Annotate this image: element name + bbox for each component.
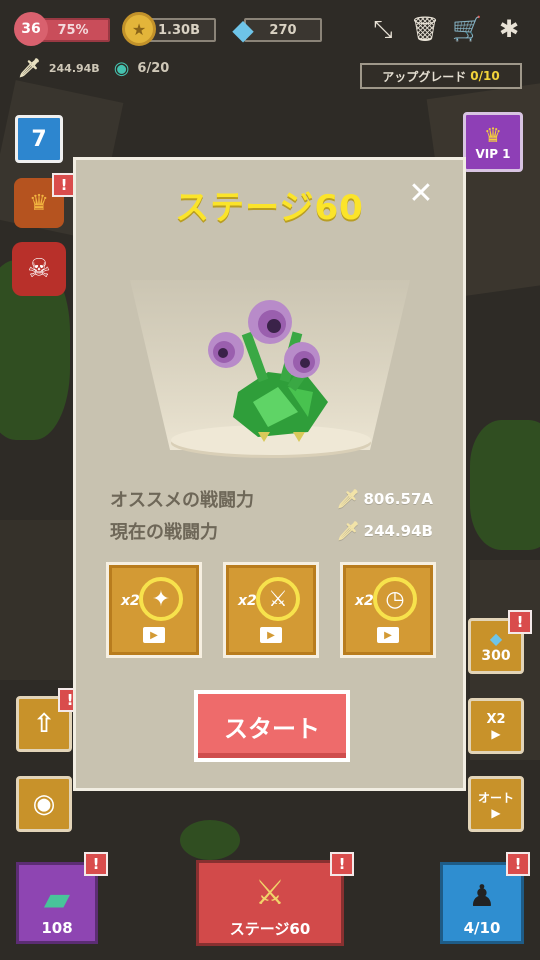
calendar-day: 7 [31, 126, 47, 152]
current-power-label: 現在の戦闘力 [110, 522, 218, 543]
stage-alert-badge: ! [330, 852, 354, 876]
sword-icon: 🗡 [336, 520, 360, 542]
sword-icon: 🗡 [18, 58, 41, 79]
calendar-button[interactable]: 7 [15, 115, 63, 163]
video-play-icon: ▶ [377, 627, 399, 643]
start-button[interactable]: スタート [194, 690, 350, 762]
crossed-swords-icon: ⚔ [254, 873, 286, 913]
video-play-icon: ▶ [143, 627, 165, 643]
gem-icon: ◆ [232, 12, 254, 46]
level-flower-icon: 36 [14, 12, 48, 46]
gem-offer-value: 300 [481, 647, 511, 664]
stage-modal: ステージ60 ✕ オススメの戦闘力 🗡 806.57A 現在の戦闘力 🗡 244… [73, 157, 466, 791]
vip-label: VIP 1 [475, 147, 511, 161]
recommended-power-row: オススメの戦闘力 🗡 806.57A [110, 486, 433, 512]
stats-row: 🗡 244.94B ◉ 6/20 [18, 58, 169, 79]
hero-icon: ♟ [468, 879, 496, 914]
mask-icon: ◉ [113, 58, 130, 79]
boost-multiplier: x2 [121, 593, 140, 609]
demon-mask-icon: ☠ [27, 254, 51, 284]
heroes-alert-badge: ! [506, 852, 530, 876]
sword-icon: 🗡 [336, 488, 360, 510]
auto-label: オート [477, 790, 514, 805]
current-power-row: 現在の戦闘力 🗡 244.94B [110, 518, 433, 544]
vip-button[interactable]: ♛ VIP 1 [463, 112, 523, 172]
chest-icon: ♛ [29, 190, 49, 216]
gem-value: 270 [269, 22, 297, 38]
hp-percent: 75% [57, 22, 89, 38]
recommended-power-label: オススメの戦闘力 [110, 490, 254, 511]
auto-button[interactable]: オート ▶ [468, 776, 524, 832]
boost-attack-button[interactable]: x2 ⚔ ▶ [223, 562, 319, 658]
arrow-up-icon: ⇧ [33, 709, 55, 739]
boost-break-button[interactable]: x2 ✦ ▶ [106, 562, 202, 658]
upgrade-label: アップグレード [382, 69, 467, 84]
boost-multiplier: x2 [355, 593, 374, 609]
current-power-value-wrap: 🗡 244.94B [337, 521, 433, 542]
view-button[interactable]: ◉ [16, 776, 72, 832]
card-icon: ▰ [43, 879, 71, 919]
x2-label: X2 [486, 711, 506, 727]
coin-icon: ★ [122, 12, 156, 46]
stage-battle-button[interactable]: ⚔ ステージ60 [196, 860, 344, 946]
coin-value: 1.30B [158, 22, 200, 38]
close-icon[interactable]: ✕ [405, 178, 437, 210]
heroes-count: 4/10 [463, 919, 501, 937]
plant-monster-icon [208, 300, 328, 442]
speed-x2-button[interactable]: X2 ▶ [468, 698, 524, 754]
crown-icon: ♛ [484, 123, 502, 147]
gem-offer-alert-badge: ! [508, 610, 532, 634]
boost-time-button[interactable]: x2 ◷ ▶ [340, 562, 436, 658]
recommended-power-value-wrap: 🗡 806.57A [337, 489, 433, 510]
eye-icon: ◉ [32, 789, 56, 819]
inventory-alert-badge: ! [84, 852, 108, 876]
clock-icon: ◷ [373, 577, 417, 621]
boost-multiplier: x2 [238, 593, 257, 609]
video-play-icon: ▶ [260, 627, 282, 643]
break-icon: ✦ [139, 577, 183, 621]
recommended-power-value: 806.57A [363, 490, 434, 508]
gem-small-icon: ◆ [489, 628, 503, 648]
upgrade-button[interactable]: アップグレード 0/10 [360, 63, 522, 89]
mask-count: 6/20 [137, 61, 170, 76]
level-number: 36 [21, 21, 41, 37]
trash-icon[interactable]: 🗑 [410, 14, 440, 44]
top-right-icons: ⤡ 🗑 🛒 ✱ [368, 14, 524, 44]
demon-mask-button[interactable]: ☠ [12, 242, 66, 296]
video-play-icon: ▶ [491, 726, 501, 741]
sword-icon: ⚔ [256, 577, 300, 621]
upgrade-count: 0/10 [470, 69, 500, 83]
video-play-icon: ▶ [491, 805, 501, 820]
inventory-count: 108 [41, 919, 73, 937]
stage-label: ステージ60 [229, 920, 311, 938]
shop-cart-icon[interactable]: 🛒 [452, 14, 482, 44]
collapse-icon[interactable]: ⤡ [368, 14, 398, 44]
current-power-value: 244.94B [363, 522, 433, 540]
attack-value: 244.94B [48, 62, 100, 75]
settings-gear-icon[interactable]: ✱ [494, 14, 524, 44]
